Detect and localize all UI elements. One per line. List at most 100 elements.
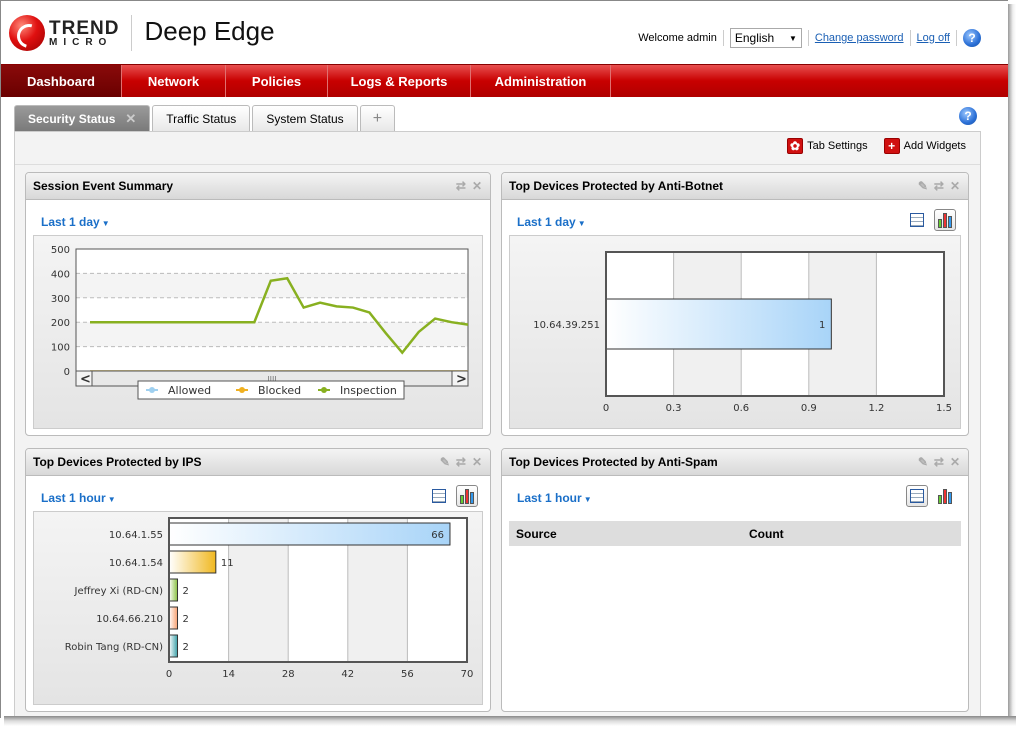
chart-view-button[interactable] <box>934 485 956 507</box>
category-label: 10.64.1.54 <box>109 558 163 569</box>
add-tab-button[interactable]: + <box>359 105 396 131</box>
bar <box>168 550 217 574</box>
trend-micro-logo-icon <box>9 15 45 51</box>
edit-icon[interactable]: ✎ <box>918 455 928 469</box>
main-nav: Dashboard Network Policies Logs & Report… <box>1 64 1008 97</box>
close-icon[interactable]: ✕ <box>950 179 960 193</box>
legend-marker <box>321 387 327 393</box>
refresh-icon[interactable]: ⇄ <box>934 455 944 469</box>
tab-settings-button[interactable]: ✿ Tab Settings <box>787 138 868 154</box>
table-view-button[interactable] <box>906 209 928 231</box>
plot-area <box>75 248 469 372</box>
x-tick-label: 70 <box>461 669 474 680</box>
table-icon <box>910 213 924 227</box>
period-label: Last 1 day <box>41 215 100 229</box>
log-off-link[interactable]: Log off <box>917 32 950 44</box>
add-widgets-label: Add Widgets <box>903 140 966 152</box>
close-icon[interactable]: ✕ <box>472 179 482 193</box>
chart-view-button[interactable] <box>934 209 956 231</box>
widget-header[interactable]: Top Devices Protected by Anti-Botnet ✎ ⇄ ✕ <box>502 173 968 200</box>
widget-header[interactable]: Session Event Summary ⇄ ✕ <box>26 173 490 200</box>
logo-divider <box>131 15 133 51</box>
gear-icon: ✿ <box>787 138 804 154</box>
chevron-down-icon: ▼ <box>577 219 586 228</box>
period-dropdown[interactable]: Last 1 day ▼ <box>517 215 586 229</box>
chevron-down-icon: ▼ <box>583 495 592 504</box>
period-label: Last 1 hour <box>517 491 582 505</box>
ips-bar-chart: 0 14 28 42 56 70 10.64.1.55 66 10.64.1.54 11 Jeffr… <box>65 517 474 680</box>
close-icon[interactable]: ✕ <box>125 111 136 127</box>
table-view-button[interactable] <box>906 485 928 507</box>
close-icon[interactable]: ✕ <box>950 455 960 469</box>
close-icon[interactable]: ✕ <box>472 455 482 469</box>
data-label: 2 <box>183 642 189 653</box>
y-tick-label: 0 <box>64 367 70 378</box>
nav-dashboard[interactable]: Dashboard <box>1 65 122 97</box>
column-header-source[interactable]: Source <box>509 527 749 541</box>
y-tick-label: 300 <box>51 294 70 305</box>
category-label: 10.64.66.210 <box>96 614 163 625</box>
chevron-right-icon: > <box>456 372 467 387</box>
legend-marker <box>149 387 155 393</box>
widget-ips: Top Devices Protected by IPS ✎ ⇄ ✕ Last 1 … <box>25 448 491 712</box>
table-header-row: Source Count <box>509 521 961 546</box>
chevron-down-icon: ▼ <box>101 219 110 228</box>
page-edge-shadow <box>4 716 1016 726</box>
nav-policies[interactable]: Policies <box>226 65 328 97</box>
bar <box>168 634 179 658</box>
period-dropdown[interactable]: Last 1 day ▼ <box>41 215 110 229</box>
refresh-icon[interactable]: ⇄ <box>456 455 466 469</box>
period-dropdown[interactable]: Last 1 hour ▼ <box>41 491 116 505</box>
chart-area: 0 100 200 300 400 500 < > IIII Allowed Blocked Insp… <box>33 235 483 429</box>
divider <box>722 30 724 46</box>
period-dropdown[interactable]: Last 1 hour ▼ <box>517 491 592 505</box>
data-label: 2 <box>183 614 189 625</box>
x-tick-label: 42 <box>341 669 354 680</box>
category-label: Jeffrey Xi (RD-CN) <box>74 586 164 597</box>
change-password-link[interactable]: Change password <box>815 32 904 44</box>
x-tick-label: 14 <box>222 669 235 680</box>
table-view-button[interactable] <box>428 485 450 507</box>
nav-logs-reports[interactable]: Logs & Reports <box>328 65 471 97</box>
tab-system-status[interactable]: System Status <box>252 105 358 131</box>
x-tick-label: 56 <box>401 669 414 680</box>
nav-network[interactable]: Network <box>122 65 226 97</box>
top-links: Welcome admin English ▼ Change password … <box>638 28 981 48</box>
help-icon[interactable]: ? <box>963 29 981 47</box>
chart-view-button[interactable] <box>456 485 478 507</box>
tab-settings-label: Tab Settings <box>807 140 868 152</box>
y-tick-label: 100 <box>51 343 70 354</box>
legend-marker <box>239 387 245 393</box>
x-tick-label: 0.6 <box>733 403 749 414</box>
bar <box>168 522 451 546</box>
add-widgets-button[interactable]: + Add Widgets <box>883 138 966 154</box>
widget-header[interactable]: Top Devices Protected by IPS ✎ ⇄ ✕ <box>26 449 490 476</box>
x-tick-label: 0.9 <box>801 403 817 414</box>
tab-security-status[interactable]: Security Status ✕ <box>14 105 151 131</box>
y-tick-label: 200 <box>51 318 70 329</box>
tab-toolbar: ✿ Tab Settings + Add Widgets <box>787 138 966 154</box>
widget-title: Top Devices Protected by IPS <box>33 455 202 469</box>
edit-icon[interactable]: ✎ <box>918 179 928 193</box>
table-icon <box>910 489 924 503</box>
nav-administration[interactable]: Administration <box>471 65 611 97</box>
product-name: Deep Edge <box>144 15 275 46</box>
legend-label: Blocked <box>258 384 301 397</box>
widget-anti-botnet: Top Devices Protected by Anti-Botnet ✎ ⇄ ✕… <box>501 172 969 436</box>
y-tick-label: 400 <box>51 269 70 280</box>
page-edge-shadow <box>1008 4 1016 722</box>
column-header-count[interactable]: Count <box>749 527 784 541</box>
widget-title: Session Event Summary <box>33 179 174 193</box>
language-select[interactable]: English ▼ <box>729 28 802 48</box>
category-label: 10.64.1.55 <box>109 530 163 541</box>
widget-header[interactable]: Top Devices Protected by Anti-Spam ✎ ⇄ ✕ <box>502 449 968 476</box>
divider <box>956 30 957 46</box>
category-label: Robin Tang (RD-CN) <box>65 642 163 653</box>
refresh-icon[interactable]: ⇄ <box>934 179 944 193</box>
legend-label: Inspection <box>340 384 397 397</box>
edit-icon[interactable]: ✎ <box>440 455 450 469</box>
refresh-icon[interactable]: ⇄ <box>456 179 466 193</box>
chart-area: 0 0.3 0.6 0.9 1.2 1.5 10.64.39.251 1 <box>509 235 961 429</box>
tab-traffic-status[interactable]: Traffic Status <box>152 105 251 131</box>
help-icon[interactable]: ? <box>959 107 977 125</box>
